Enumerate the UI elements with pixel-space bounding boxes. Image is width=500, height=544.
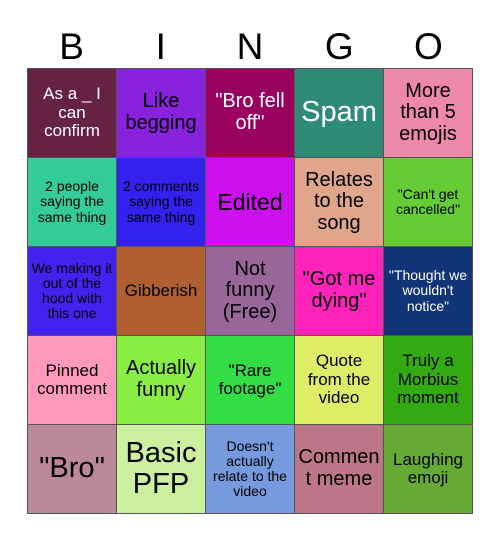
bingo-card: B I N G O As a _ I can confirm Like beggi…	[0, 0, 500, 544]
bingo-cell[interactable]: Laughing emoji	[384, 425, 472, 513]
bingo-cell[interactable]: "Bro fell off"	[206, 69, 294, 157]
bingo-header-letter-g: G	[324, 26, 354, 67]
bingo-cell-label: We making it out of the hood with this o…	[31, 259, 113, 322]
bingo-cell[interactable]: 2 people saying the same thing	[28, 158, 116, 246]
bingo-cell-label: Basic PFP	[125, 436, 197, 500]
bingo-cell-label: Comment meme	[298, 446, 380, 490]
bingo-cell-label: Like begging	[125, 90, 197, 134]
bingo-cell-label: "Bro fell off"	[215, 90, 285, 134]
bingo-cell[interactable]: Spam	[295, 69, 383, 157]
bingo-cell[interactable]: "Bro"	[28, 425, 116, 513]
bingo-cell[interactable]: Comment meme	[295, 425, 383, 513]
bingo-cell-label: As a _ I can confirm	[43, 84, 101, 141]
bingo-cell[interactable]: We making it out of the hood with this o…	[28, 247, 116, 335]
bingo-cell[interactable]: Relates to the song	[295, 158, 383, 246]
bingo-cell-label: Doesn't actually relate to the video	[213, 437, 287, 500]
bingo-cell-label: Laughing emoji	[393, 449, 463, 487]
bingo-grid: As a _ I can confirm Like begging "Bro fel…	[27, 68, 473, 514]
bingo-cell[interactable]: Truly a Morbius moment	[384, 336, 472, 424]
bingo-cell-label: "Rare footage"	[218, 360, 282, 398]
bingo-cell[interactable]: "Thought we wouldn't notice"	[384, 247, 472, 335]
bingo-cell[interactable]: Actually funny	[117, 336, 205, 424]
bingo-cell[interactable]: Edited	[206, 158, 294, 246]
bingo-cell-label: 2 people saying the same thing	[37, 178, 107, 225]
bingo-cell[interactable]: "Got me dying"	[295, 247, 383, 335]
bingo-cell[interactable]: Quote from the video	[295, 336, 383, 424]
bingo-header-letter-i: I	[155, 26, 166, 67]
bingo-cell-label: "Can't get cancelled"	[395, 185, 461, 217]
bingo-cell[interactable]: Pinned comment	[28, 336, 116, 424]
bingo-cell-label: "Thought we wouldn't notice"	[388, 267, 468, 314]
bingo-cell-label: Truly a Morbius moment	[397, 351, 459, 408]
bingo-cell-label: More than 5 emojis	[399, 79, 457, 145]
bingo-cell[interactable]: 2 comments saying the same thing	[117, 158, 205, 246]
bingo-cell-label: Spam	[301, 96, 377, 129]
bingo-header-row: B I N G O	[27, 26, 473, 68]
bingo-cell[interactable]: More than 5 emojis	[384, 69, 472, 157]
bingo-cell-label: Pinned comment	[37, 360, 107, 398]
bingo-cell[interactable]: "Rare footage"	[206, 336, 294, 424]
bingo-cell-label: Actually funny	[125, 357, 197, 401]
bingo-cell-label: Edited	[217, 188, 283, 215]
bingo-cell-label: Relates to the song	[305, 168, 373, 234]
bingo-cell[interactable]: Basic PFP	[117, 425, 205, 513]
bingo-cell[interactable]: "Can't get cancelled"	[384, 158, 472, 246]
bingo-cell-label: Quote from the video	[307, 351, 371, 408]
bingo-cell[interactable]: Gibberish	[117, 247, 205, 335]
bingo-cell[interactable]: As a _ I can confirm	[28, 69, 116, 157]
bingo-header-letter-b: B	[59, 26, 84, 67]
bingo-header-letter-n: N	[236, 26, 264, 67]
bingo-cell-label: "Got me dying"	[302, 268, 376, 312]
bingo-cell-label: Not funny (Free)	[222, 257, 278, 323]
bingo-cell[interactable]: Doesn't actually relate to the video	[206, 425, 294, 513]
bingo-cell[interactable]: Not funny (Free)	[206, 247, 294, 335]
bingo-cell-label: "Bro"	[39, 452, 105, 485]
bingo-header-letter-o: O	[414, 26, 443, 67]
bingo-cell-label: Gibberish	[124, 280, 198, 300]
bingo-cell[interactable]: Like begging	[117, 69, 205, 157]
bingo-cell-label: 2 comments saying the same thing	[122, 178, 200, 225]
